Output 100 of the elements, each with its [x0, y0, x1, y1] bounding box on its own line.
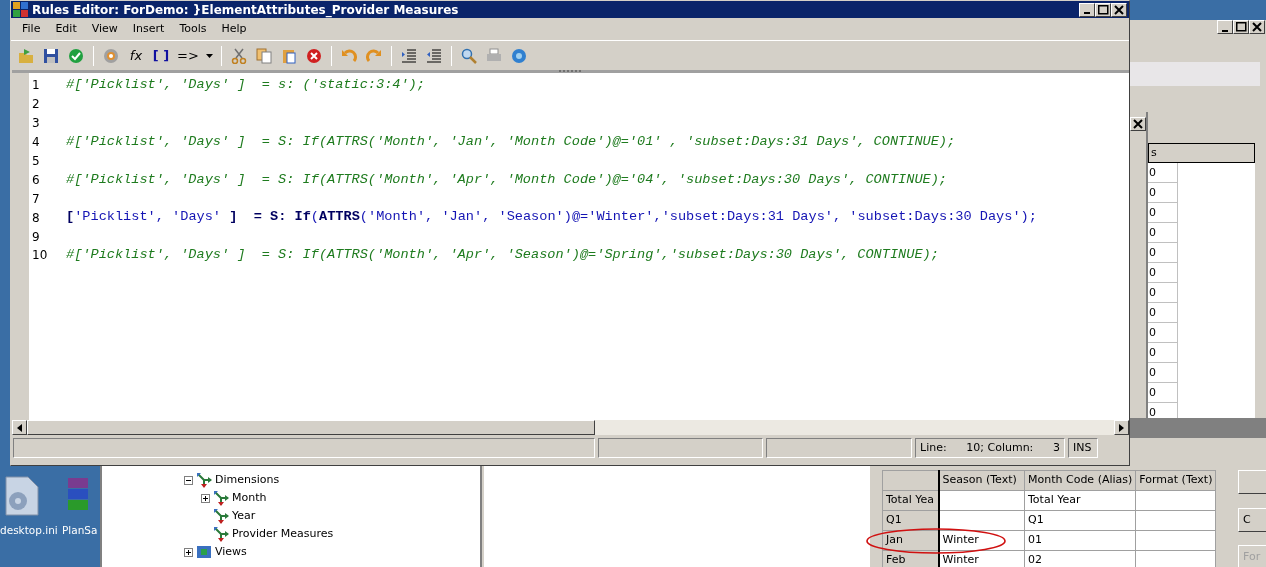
side-button[interactable]: C	[1238, 508, 1266, 532]
cancel-icon[interactable]	[305, 47, 322, 64]
dimension-icon	[213, 508, 229, 524]
code-line: ['Picklist', 'Days' ] = S: If(ATTRS('Month', 'Jan', 'Season')@='Winter','subset:Days:31 Days', 'subset:Days:30 Days');	[66, 208, 1037, 227]
table-cell: 0	[1148, 303, 1178, 323]
table-cell[interactable]: Q1	[1024, 510, 1136, 531]
close-button[interactable]	[1130, 117, 1146, 131]
scroll-thumb[interactable]	[27, 420, 595, 435]
code-line: #['Picklist', 'Days' ] = S: If(ATTRS('Month', 'Jan', 'Month Code')@='01' , 'subset:Days:31 Days', CONTINUE);	[66, 132, 956, 151]
code-line: #['Picklist', 'Days' ] = s: ('static:3:4');	[66, 76, 425, 95]
close-button[interactable]	[1111, 2, 1127, 17]
tree-item[interactable]: Year	[232, 507, 256, 525]
table-cell: 0	[1148, 283, 1178, 303]
window-title: Rules Editor: ForDemo: }ElementAttributes_Provider Measures	[32, 1, 459, 19]
minimize-button[interactable]	[1079, 2, 1095, 17]
table-cell: 0	[1148, 323, 1178, 343]
tree-item[interactable]: Month	[232, 489, 267, 507]
line-number: 8	[31, 209, 41, 227]
line-number: 9	[31, 228, 41, 246]
text-field[interactable]	[1130, 62, 1260, 86]
close-button[interactable]	[1249, 20, 1265, 34]
expand-icon[interactable]	[185, 548, 192, 556]
copy-icon[interactable]	[255, 47, 272, 64]
line-number: 6	[31, 171, 41, 189]
close-icon	[1252, 22, 1262, 32]
table-cell: 0	[1148, 263, 1178, 283]
menu-item[interactable]: Edit	[48, 20, 85, 38]
close-icon	[1131, 118, 1145, 130]
column-header: s	[1148, 143, 1255, 163]
document-icon	[2, 475, 40, 517]
corner-cell	[882, 470, 939, 491]
menu-item[interactable]: View	[84, 20, 126, 38]
status-text: 10; Column:	[966, 439, 1034, 456]
caret-icon	[205, 53, 213, 58]
tree-item[interactable]: Dimensions	[215, 471, 280, 489]
close-icon	[1114, 4, 1124, 15]
dimension-icon	[196, 472, 212, 488]
dimension-icon	[213, 490, 229, 506]
column-header: Format (Text)	[1135, 470, 1216, 491]
table-cell: 0	[1148, 363, 1178, 383]
minimize-button[interactable]	[1217, 20, 1233, 34]
column-header: Season (Text)	[938, 470, 1025, 491]
desktop-icon-label[interactable]: desktop.ini	[0, 523, 58, 539]
line-number: 10	[31, 247, 49, 265]
line-number: 2	[31, 96, 41, 114]
tree-item[interactable]: Provider Measures	[232, 525, 334, 543]
save-icon[interactable]	[43, 47, 59, 64]
line-number: 3	[31, 115, 41, 133]
maximize-button[interactable]	[1095, 2, 1111, 17]
table-cell: 0	[1148, 243, 1178, 263]
cut-icon[interactable]	[230, 47, 247, 64]
table-cell: 0	[1148, 343, 1178, 363]
maximize-icon	[1097, 4, 1109, 15]
table-cell: 0	[1148, 183, 1178, 203]
check-icon[interactable]	[68, 47, 84, 64]
tree-item[interactable]: Views	[215, 543, 247, 561]
cube-icon	[196, 544, 212, 560]
line-number: 5	[31, 153, 41, 170]
table-cell: 0	[1148, 223, 1178, 243]
table-cell: 0	[1148, 163, 1178, 183]
dimension-icon	[213, 526, 229, 542]
scroll-right-button[interactable]	[1114, 420, 1129, 435]
arrow-button[interactable]: =>	[175, 44, 201, 67]
code-line: #['Picklist', 'Days' ] = S: If(ATTRS('Month', 'Apr', 'Month Code')@='04', 'subset:Days:30 Days', CONTINUE);	[66, 170, 948, 189]
menu-item[interactable]: Insert	[125, 20, 173, 38]
desktop-icon-label[interactable]: PlanSa	[62, 523, 98, 539]
expand-icon[interactable]	[202, 494, 209, 502]
maximize-button[interactable]	[1233, 20, 1249, 34]
table-cell: 0	[1148, 383, 1178, 403]
scroll-left-button[interactable]	[12, 420, 27, 435]
maximize-icon	[1235, 22, 1247, 32]
search-icon[interactable]	[460, 47, 477, 64]
paste-icon[interactable]	[280, 47, 297, 64]
status-text: INS	[1068, 438, 1098, 458]
menu-item[interactable]: Help	[214, 20, 255, 38]
table-cell: 0	[1148, 203, 1178, 223]
table-cell[interactable]: 01	[1024, 530, 1136, 551]
outdent-icon[interactable]	[425, 47, 442, 64]
minimize-icon	[1222, 29, 1228, 32]
menu-item[interactable]: File	[15, 20, 49, 38]
function-button[interactable]: fx	[125, 44, 147, 67]
line-number: 7	[31, 190, 41, 208]
column-header: Month Code (Alias)	[1024, 470, 1136, 491]
line-number: 4	[31, 134, 41, 152]
menu-item[interactable]: Tools	[172, 20, 215, 38]
side-button[interactable]	[1238, 470, 1266, 494]
app-icon	[13, 2, 28, 17]
status-text: 3	[1053, 439, 1060, 456]
indent-icon[interactable]	[400, 47, 417, 64]
right-arrow-icon	[1119, 423, 1124, 432]
splitter-grip[interactable]	[559, 70, 581, 73]
left-arrow-icon	[17, 423, 22, 432]
horizontal-scrollbar[interactable]	[12, 420, 1129, 435]
table-cell[interactable]: Total Year	[1024, 490, 1136, 511]
line-number: 1	[31, 77, 41, 95]
code-line: #['Picklist', 'Days' ] = S: If(ATTRS('Month', 'Apr', 'Season')@='Spring','subset:Days:30 Days', CONTINUE);	[66, 246, 939, 265]
archive-icon	[66, 476, 90, 512]
minimize-icon	[1084, 12, 1090, 14]
brackets-button[interactable]: [ ]	[150, 44, 172, 67]
table-cell[interactable]: Winter	[938, 530, 1025, 551]
